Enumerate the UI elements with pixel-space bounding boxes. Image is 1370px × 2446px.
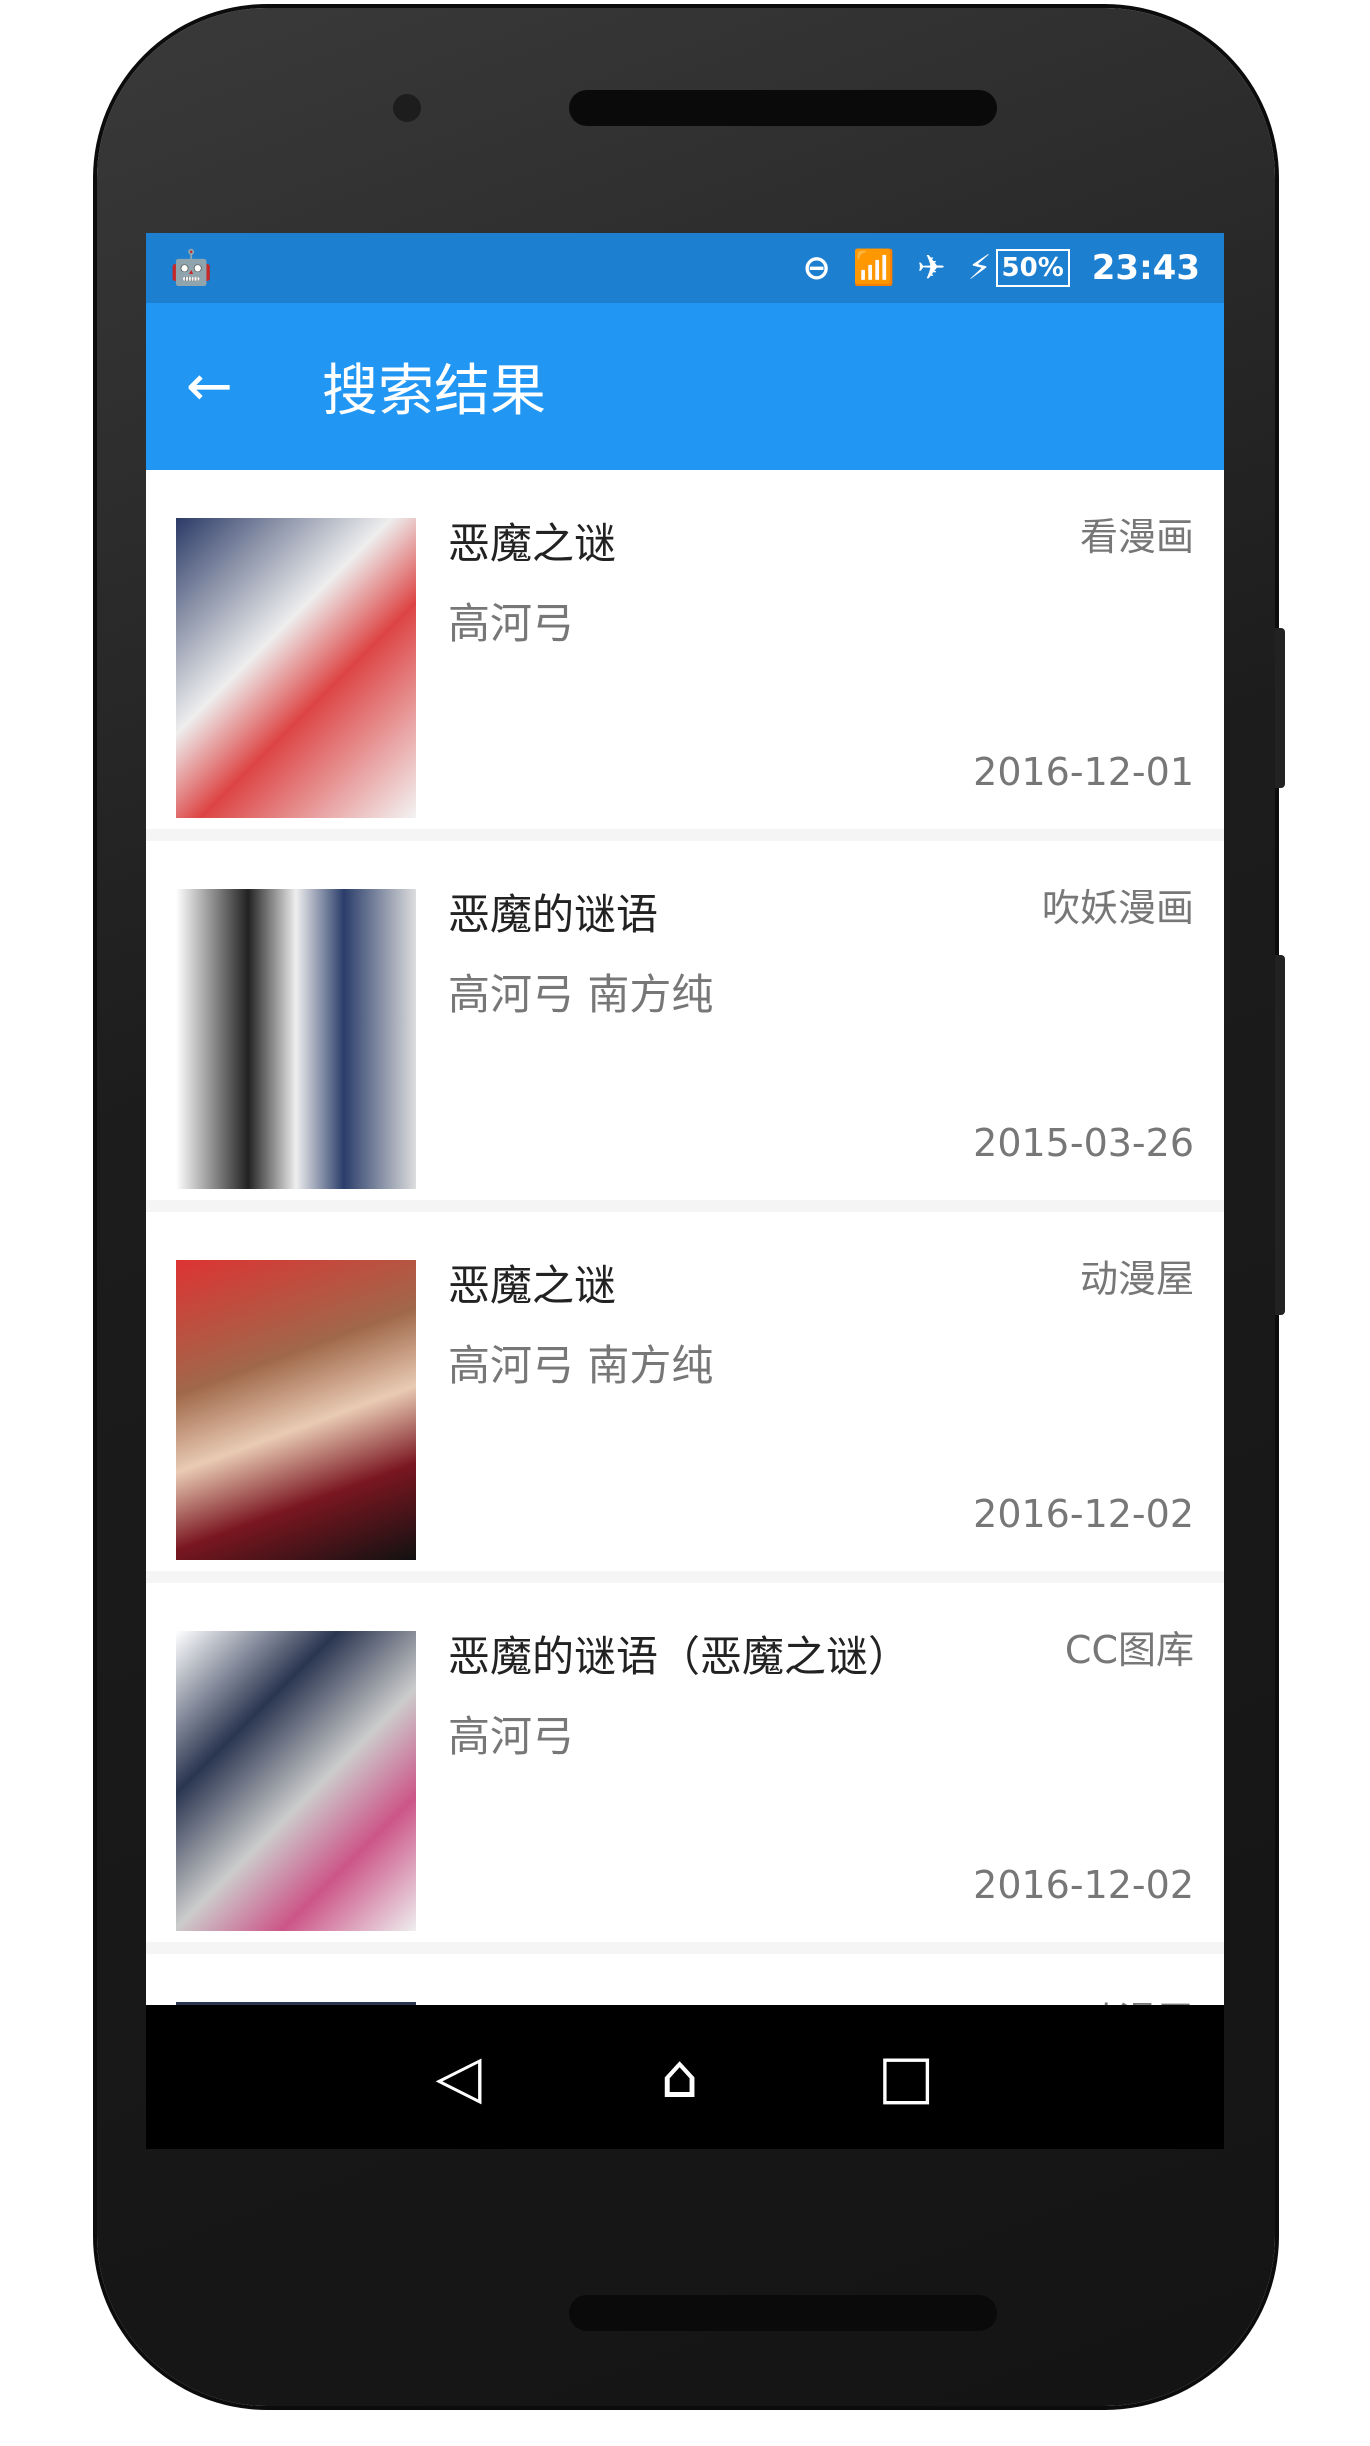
page-title: 搜索结果 bbox=[322, 359, 546, 424]
home-nav-icon[interactable]: ⌂ bbox=[661, 2042, 699, 2112]
dnd-icon: ⊖ bbox=[802, 248, 831, 288]
cover-image bbox=[176, 1260, 416, 1560]
list-item[interactable]: 恶魔的谜语 高河弓 南方纯 吹妖漫画 2015-03-26 bbox=[146, 841, 1224, 1200]
item-date: 2016-12-01 bbox=[973, 750, 1194, 794]
item-date: 2015-03-26 bbox=[973, 1121, 1194, 1165]
item-source: CC图库 bbox=[1064, 1628, 1194, 1672]
cover-image bbox=[176, 889, 416, 1189]
back-arrow-icon[interactable]: ← bbox=[186, 354, 276, 419]
results-list: 恶魔之谜 高河弓 看漫画 2016-12-01 恶魔的谜语 高河弓 南方纯 吹妖… bbox=[146, 470, 1224, 2149]
power-button[interactable] bbox=[1275, 628, 1285, 788]
volume-button[interactable] bbox=[1275, 955, 1285, 1315]
bottom-speaker bbox=[569, 2295, 997, 2331]
item-date: 2016-12-02 bbox=[973, 1863, 1194, 1907]
top-speaker bbox=[569, 90, 997, 126]
recents-nav-icon[interactable]: □ bbox=[878, 2042, 935, 2112]
item-source: 动漫屋 bbox=[1079, 1257, 1194, 1301]
item-date: 2016-12-02 bbox=[973, 1492, 1194, 1536]
item-title: 恶魔之谜 bbox=[448, 1261, 617, 1310]
navigation-bar: ◁ ⌂ □ bbox=[146, 2005, 1224, 2149]
battery-level: 50% bbox=[995, 249, 1070, 287]
android-icon: 🤖 bbox=[170, 248, 213, 288]
front-camera bbox=[393, 94, 421, 122]
cover-image bbox=[176, 518, 416, 818]
item-source: 吹妖漫画 bbox=[1041, 886, 1194, 930]
item-title: 恶魔的谜语（恶魔之谜） bbox=[448, 1632, 911, 1681]
app-toolbar: ← 搜索结果 bbox=[146, 303, 1224, 470]
item-title: 恶魔的谜语 bbox=[448, 890, 659, 939]
item-author: 高河弓 bbox=[448, 599, 575, 648]
back-nav-icon[interactable]: ◁ bbox=[436, 2042, 482, 2112]
clock: 23:43 bbox=[1091, 248, 1200, 288]
list-item[interactable]: 恶魔之谜 高河弓 南方纯 动漫屋 2016-12-02 bbox=[146, 1212, 1224, 1571]
screen: 🤖 ⊖ 📶 ✈ ⚡ 50% 23:43 ← 搜索结果 恶魔之谜 高河弓 看漫画 … bbox=[146, 233, 1224, 2149]
item-author: 高河弓 bbox=[448, 1712, 575, 1761]
cover-image bbox=[176, 1631, 416, 1931]
wifi-icon: 📶 bbox=[852, 248, 896, 288]
item-author: 高河弓 南方纯 bbox=[448, 970, 714, 1019]
list-item[interactable]: 恶魔的谜语（恶魔之谜） 高河弓 CC图库 2016-12-02 bbox=[146, 1583, 1224, 1942]
charging-icon: ⚡ bbox=[967, 248, 992, 288]
item-author: 高河弓 南方纯 bbox=[448, 1341, 714, 1390]
item-source: 看漫画 bbox=[1079, 515, 1194, 559]
status-bar: 🤖 ⊖ 📶 ✈ ⚡ 50% 23:43 bbox=[146, 233, 1224, 303]
item-title: 恶魔之谜 bbox=[448, 519, 617, 568]
list-item[interactable]: 恶魔之谜 高河弓 看漫画 2016-12-01 bbox=[146, 470, 1224, 829]
airplane-icon: ✈ bbox=[917, 248, 946, 288]
